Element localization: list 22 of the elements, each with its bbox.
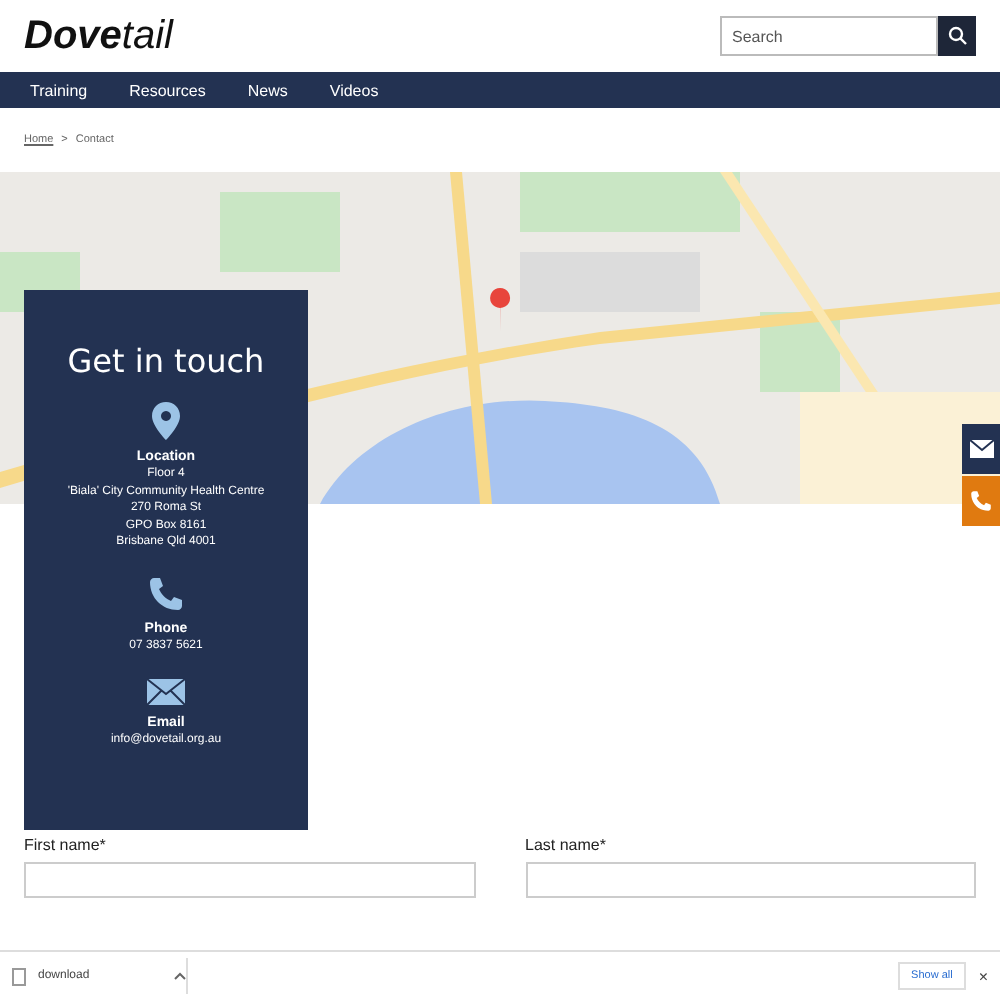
nav-link[interactable]: News bbox=[247, 81, 288, 99]
logo[interactable]: Dovetail bbox=[24, 13, 720, 59]
field-label: Last name* bbox=[525, 836, 608, 854]
email-button[interactable] bbox=[962, 424, 1000, 474]
envelope-icon bbox=[969, 440, 993, 458]
caret-icon[interactable] bbox=[174, 972, 186, 980]
card-title: Get in touch bbox=[67, 342, 265, 380]
field-label: First name* bbox=[24, 836, 108, 854]
nav-link[interactable]: Training bbox=[30, 81, 88, 99]
file-icon bbox=[12, 967, 26, 985]
search-button[interactable] bbox=[938, 16, 976, 56]
input-field[interactable] bbox=[24, 862, 475, 898]
nav-link[interactable]: Videos bbox=[329, 81, 379, 99]
search-icon bbox=[947, 26, 967, 46]
location-pin-icon bbox=[151, 402, 180, 440]
phone-icon bbox=[970, 490, 992, 512]
nav-link[interactable]: Resources bbox=[129, 81, 206, 99]
close-button[interactable]: × bbox=[978, 967, 988, 985]
search-field[interactable]: Search bbox=[720, 16, 938, 56]
phone-icon bbox=[147, 575, 184, 611]
envelope-icon bbox=[146, 678, 186, 706]
input-field[interactable] bbox=[525, 862, 976, 898]
